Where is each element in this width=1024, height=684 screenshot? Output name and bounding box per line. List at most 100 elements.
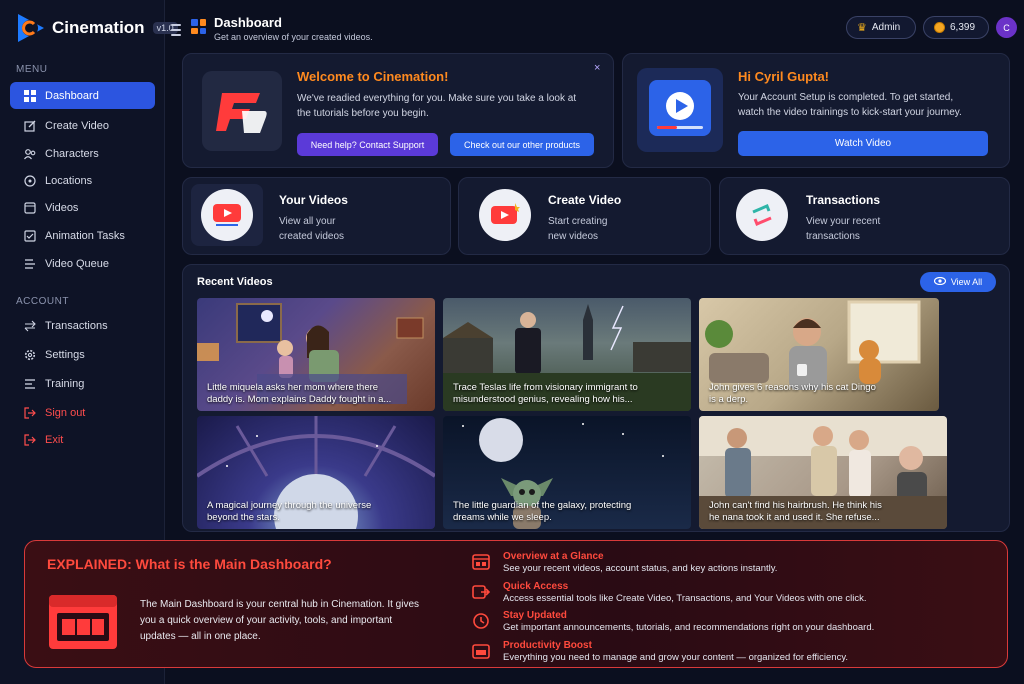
video-caption: John can't find his hairbrush. He think … bbox=[709, 500, 937, 524]
quick-card-subtitle: View your recent transactions bbox=[806, 214, 916, 244]
caption-line2: dreams while we sleep. bbox=[453, 512, 552, 523]
sidebar-item-label: Create Video bbox=[45, 119, 110, 132]
coin-icon bbox=[934, 22, 945, 33]
eye-icon bbox=[933, 276, 946, 287]
sidebar-item-label: Sign out bbox=[45, 406, 86, 419]
caption-line1: John gives 6 reasons why his cat Dingo bbox=[709, 382, 876, 393]
quick-card-title: Create Video bbox=[548, 193, 622, 207]
brand[interactable]: Cinemation v1.0 bbox=[16, 12, 178, 44]
quick-card-title: Your Videos bbox=[279, 193, 348, 207]
sidebar-item-label: Characters bbox=[45, 147, 99, 160]
greeting-title: Hi Cyril Gupta! bbox=[738, 69, 830, 84]
page-subtitle: Get an overview of your created videos. bbox=[214, 32, 373, 42]
video-caption: Trace Teslas life from visionary immigra… bbox=[453, 382, 681, 406]
sidebar-item-characters[interactable]: Characters bbox=[10, 140, 155, 167]
menu-toggle-icon[interactable] bbox=[171, 24, 181, 36]
caption-line2: misunderstood genius, revealing how his.… bbox=[453, 394, 633, 405]
sidebar-item-animation-tasks[interactable]: Animation Tasks bbox=[10, 222, 155, 249]
sidebar-item-settings[interactable]: Settings bbox=[10, 341, 155, 368]
overview-icon bbox=[472, 553, 490, 571]
view-all-button[interactable]: View All bbox=[920, 272, 996, 292]
dashboard-illustration-icon bbox=[47, 593, 119, 651]
quick-access-icon bbox=[472, 583, 491, 601]
sidebar-item-label: Video Queue bbox=[45, 257, 110, 270]
training-icon bbox=[24, 378, 36, 390]
cinemation-logo-icon bbox=[16, 12, 46, 44]
video-thumbnail[interactable]: John can't find his hairbrush. He think … bbox=[699, 416, 947, 529]
quick-card-line1: View all your bbox=[279, 216, 336, 227]
welcome-title: Welcome to Cinemation! bbox=[297, 69, 449, 84]
tasks-icon bbox=[24, 229, 36, 242]
greeting-body: Your Account Setup is completed. To get … bbox=[738, 92, 962, 118]
sidebar-item-training[interactable]: Training bbox=[10, 370, 155, 397]
video-thumbnail[interactable]: The little guardian of the galaxy, prote… bbox=[443, 416, 691, 529]
explained-item-desc: Everything you need to manage and grow y… bbox=[503, 652, 849, 663]
your-videos-card[interactable]: Your Videos View all your created videos bbox=[182, 177, 451, 255]
transactions-exchange-icon bbox=[736, 189, 788, 241]
caption-line1: A magical journey through the universe bbox=[207, 500, 372, 511]
sidebar-item-label: Dashboard bbox=[45, 89, 99, 102]
explained-panel: EXPLAINED: What is the Main Dashboard? T… bbox=[24, 540, 1008, 668]
sidebar-item-label: Settings bbox=[45, 348, 85, 361]
queue-icon bbox=[24, 258, 36, 270]
quick-card-title: Transactions bbox=[806, 193, 881, 207]
transactions-icon bbox=[24, 320, 36, 332]
sidebar-item-create-video[interactable]: Create Video bbox=[10, 112, 155, 139]
explained-item-title: Overview at a Glance bbox=[503, 551, 604, 562]
training-video-icon bbox=[637, 68, 723, 152]
video-caption: A magical journey through the universe be… bbox=[207, 500, 425, 524]
quick-card-line2: transactions bbox=[806, 231, 860, 242]
credits-value: 6,399 bbox=[950, 22, 976, 33]
video-thumbnail[interactable]: John gives 6 reasons why his cat Dingo is… bbox=[699, 298, 939, 411]
sidebar-item-videos[interactable]: Videos bbox=[10, 194, 155, 221]
welcome-card: Welcome to Cinemation! We've readied eve… bbox=[182, 53, 614, 168]
transactions-card[interactable]: Transactions View your recent transaction… bbox=[719, 177, 1010, 255]
productivity-icon bbox=[472, 642, 490, 660]
video-caption: Little miquela asks her mom where there d… bbox=[207, 382, 425, 406]
video-caption: The little guardian of the galaxy, prote… bbox=[453, 500, 681, 524]
create-video-card[interactable]: Create Video Start creating new videos bbox=[458, 177, 711, 255]
contact-support-button[interactable]: Need help? Contact Support bbox=[297, 133, 438, 156]
explained-item-desc: Get important announcements, tutorials, … bbox=[503, 622, 875, 633]
explained-item-title: Stay Updated bbox=[503, 610, 567, 621]
sidebar-item-dashboard[interactable]: Dashboard bbox=[10, 82, 155, 109]
dashboard-grid-icon bbox=[191, 19, 206, 34]
welcome-body: We've readied everything for you. Make s… bbox=[297, 93, 577, 119]
avatar[interactable]: C bbox=[996, 17, 1017, 38]
watch-video-button[interactable]: Watch Video bbox=[738, 131, 988, 156]
location-icon bbox=[24, 174, 36, 187]
recent-videos-title: Recent Videos bbox=[197, 276, 273, 288]
video-thumbnail[interactable]: Little miquela asks her mom where there d… bbox=[197, 298, 435, 411]
crown-icon: ♛ bbox=[857, 22, 867, 34]
view-all-label: View All bbox=[950, 277, 983, 287]
video-thumbnail[interactable]: Trace Teslas life from visionary immigra… bbox=[443, 298, 691, 411]
sidebar-item-video-queue[interactable]: Video Queue bbox=[10, 250, 155, 277]
video-thumbnail[interactable]: A magical journey through the universe be… bbox=[197, 416, 435, 529]
role-badge[interactable]: ♛ Admin bbox=[846, 16, 916, 39]
edit-icon bbox=[24, 120, 36, 132]
explained-item-title: Productivity Boost bbox=[503, 640, 592, 651]
quick-card-line2: created videos bbox=[279, 231, 345, 242]
caption-line2: he nana took it and used it. She refuse.… bbox=[709, 512, 880, 523]
sidebar-item-locations[interactable]: Locations bbox=[10, 167, 155, 194]
other-products-button[interactable]: Check out our other products bbox=[450, 133, 594, 156]
sidebar-item-transactions[interactable]: Transactions bbox=[10, 312, 155, 339]
recent-videos-panel: Recent Videos View All Little miquela as… bbox=[182, 264, 1010, 532]
caption-line2: beyond the stars. bbox=[207, 512, 280, 523]
close-icon[interactable]: × bbox=[594, 62, 600, 74]
explained-item-desc: See your recent videos, account status, … bbox=[503, 563, 778, 574]
explained-title: EXPLAINED: What is the Main Dashboard? bbox=[47, 556, 332, 572]
exit-icon bbox=[24, 433, 36, 446]
credits-badge[interactable]: 6,399 bbox=[923, 16, 989, 39]
greeting-card: Hi Cyril Gupta! Your Account Setup is co… bbox=[622, 53, 1010, 168]
brand-name: Cinemation bbox=[52, 18, 145, 37]
sidebar-item-sign-out[interactable]: Sign out bbox=[10, 399, 155, 426]
caption-line2: is a derp. bbox=[709, 394, 749, 405]
sidebar-item-exit[interactable]: Exit bbox=[10, 426, 155, 453]
dashboard-icon bbox=[24, 89, 36, 102]
caption-line2: daddy is. Mom explains Daddy fought in a… bbox=[207, 394, 392, 405]
signout-icon bbox=[24, 406, 36, 419]
quick-card-subtitle: View all your created videos bbox=[279, 214, 389, 244]
play-video-icon bbox=[201, 189, 253, 241]
explained-item-title: Quick Access bbox=[503, 581, 569, 592]
